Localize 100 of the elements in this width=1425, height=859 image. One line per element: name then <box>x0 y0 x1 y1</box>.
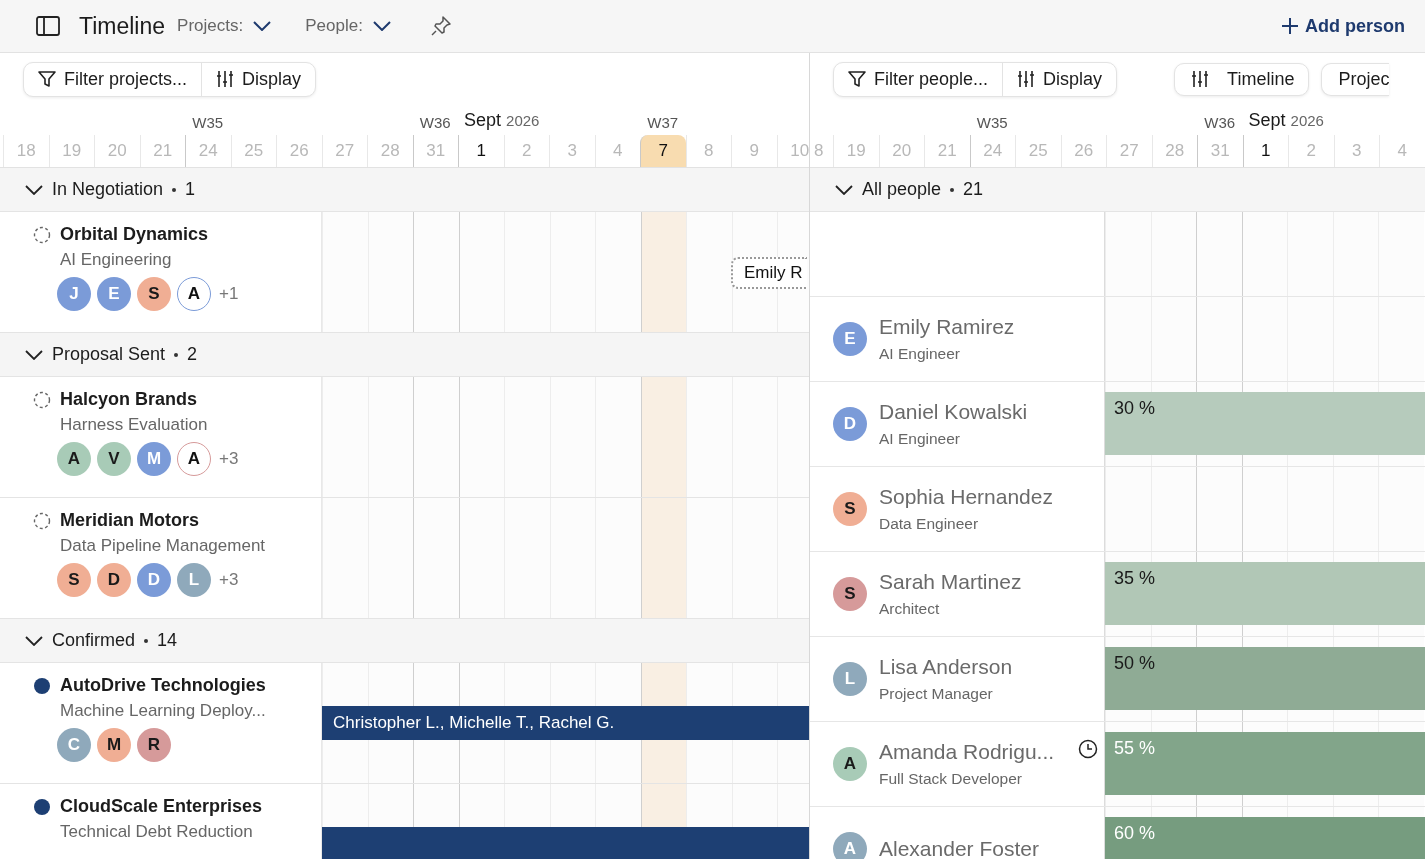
avatar[interactable]: D <box>97 563 131 597</box>
day-number: 20 <box>878 135 924 167</box>
person-role: AI Engineer <box>879 345 961 363</box>
week-label: W36 <box>418 114 452 131</box>
filter-icon <box>848 70 866 88</box>
project-name[interactable]: Orbital Dynamics <box>60 224 209 245</box>
project-name[interactable]: Meridian Motors <box>60 510 199 531</box>
plus-icon <box>1281 17 1299 35</box>
filter-dropdown[interactable]: People: <box>305 16 391 36</box>
person-name[interactable]: Lisa Anderson <box>879 655 1013 679</box>
day-number: 20 <box>94 135 140 167</box>
day-number: 27 <box>321 135 367 167</box>
person-role: Full Stack Developer <box>879 770 1023 788</box>
filter-button[interactable]: Filter people... <box>834 62 1003 96</box>
tentative-booking[interactable]: Emily R <box>731 257 807 289</box>
add-person-button[interactable]: Add person <box>1281 15 1405 37</box>
person-role: AI Engineer <box>879 430 961 448</box>
day-number: 9 <box>731 135 777 167</box>
person-name[interactable]: Sophia Hernandez <box>879 485 1053 509</box>
more-count: +1 <box>219 284 239 304</box>
day-number: 25 <box>230 135 276 167</box>
group-header[interactable]: Confirmed 14 <box>0 619 809 663</box>
week-label: W35 <box>975 114 1009 131</box>
filter-button[interactable]: Filter projects... <box>24 62 202 96</box>
avatar[interactable]: A <box>57 442 91 476</box>
avatar[interactable]: A <box>833 747 867 781</box>
day-number: 8 <box>685 135 731 167</box>
filter-icon <box>38 70 56 88</box>
avatar[interactable]: S <box>833 492 867 526</box>
person-name[interactable]: Alexander Foster <box>879 837 1039 859</box>
project-name[interactable]: AutoDrive Technologies <box>60 675 266 696</box>
group-count: 1 <box>185 179 196 200</box>
chevron-icon[interactable] <box>25 349 43 360</box>
person-role: Data Engineer <box>879 515 980 533</box>
separator-dot <box>950 187 955 192</box>
day-number: 19 <box>48 135 94 167</box>
separator-dot <box>144 638 149 643</box>
avatar[interactable]: V <box>97 442 131 476</box>
view-button[interactable]: Timeline <box>1174 62 1310 96</box>
group-header[interactable]: All people 21 <box>810 168 1425 212</box>
filter-dropdown[interactable]: Projects: <box>177 16 272 36</box>
day-number: 2 <box>503 135 549 167</box>
person-name[interactable]: Amanda Rodrigu... <box>879 740 1055 764</box>
day-number: 26 <box>276 135 322 167</box>
pin-icon[interactable] <box>430 16 451 36</box>
person-name[interactable]: Daniel Kowalski <box>879 400 1028 424</box>
more-count: +3 <box>219 570 239 590</box>
day-number: 28 <box>367 135 413 167</box>
chevron-icon <box>372 21 391 31</box>
day-number: 27 <box>1106 135 1152 167</box>
day-number: 24 <box>969 135 1015 167</box>
group-header[interactable]: In Negotiation 1 <box>0 168 809 212</box>
chevron-icon <box>253 21 272 31</box>
avatar[interactable]: S <box>57 563 91 597</box>
avatar[interactable]: S <box>137 277 171 311</box>
week-label: W37 <box>646 114 680 131</box>
project-subtitle: Data Pipeline Management <box>60 536 267 556</box>
project-name[interactable]: CloudScale Enterprises <box>60 796 263 817</box>
booking-bar[interactable]: Christopher L., Michelle T., Rachel G. <box>322 706 809 740</box>
day-number: 24 <box>185 135 231 167</box>
chevron-icon[interactable] <box>25 184 43 195</box>
project-subtitle: Machine Learning Deploy... <box>60 701 267 721</box>
project-name[interactable]: Halcyon Brands <box>60 389 198 410</box>
chevron-icon[interactable] <box>835 184 853 195</box>
more-count: +3 <box>219 449 239 469</box>
day-number: 3 <box>549 135 595 167</box>
view-button[interactable]: Projec <box>1321 62 1390 96</box>
sidebar-icon[interactable] <box>36 16 60 36</box>
chevron-icon[interactable] <box>25 635 43 646</box>
day-number: 26 <box>1060 135 1106 167</box>
sliders-icon <box>216 70 235 88</box>
allocation-bar[interactable]: 50 % <box>1105 647 1425 710</box>
day-number: 1 <box>1242 135 1288 167</box>
person-role: Architect <box>879 600 941 618</box>
project-subtitle: Harness Evaluation <box>60 415 209 435</box>
group-count: 14 <box>157 630 178 651</box>
day-number: 7 <box>640 135 686 167</box>
day-number: 3 <box>1333 135 1379 167</box>
day-number: 19 <box>833 135 879 167</box>
person-name[interactable]: Emily Ramirez <box>879 315 1015 339</box>
avatar[interactable]: S <box>833 577 867 611</box>
display-button[interactable]: Display <box>1002 62 1117 96</box>
project-subtitle: Technical Debt Reduction <box>60 822 254 842</box>
allocation-bar[interactable]: 30 % <box>1105 392 1425 455</box>
group-name: All people <box>862 179 942 200</box>
group-count: 2 <box>187 344 198 365</box>
group-name: Confirmed <box>52 630 136 651</box>
avatar[interactable]: A <box>177 277 211 311</box>
display-button[interactable]: Display <box>201 62 316 96</box>
allocation-bar[interactable]: 35 % <box>1105 562 1425 625</box>
avatar[interactable]: R <box>137 728 171 762</box>
group-name: In Negotiation <box>52 179 164 200</box>
avatar[interactable]: A <box>177 442 211 476</box>
week-label: W36 <box>1203 114 1237 131</box>
person-name[interactable]: Sarah Martinez <box>879 570 1022 594</box>
group-header[interactable]: Proposal Sent 2 <box>0 333 809 377</box>
day-number: 4 <box>1379 135 1425 167</box>
day-number: 2 <box>1288 135 1334 167</box>
avatar[interactable]: M <box>97 728 131 762</box>
day-number: 31 <box>1197 135 1243 167</box>
